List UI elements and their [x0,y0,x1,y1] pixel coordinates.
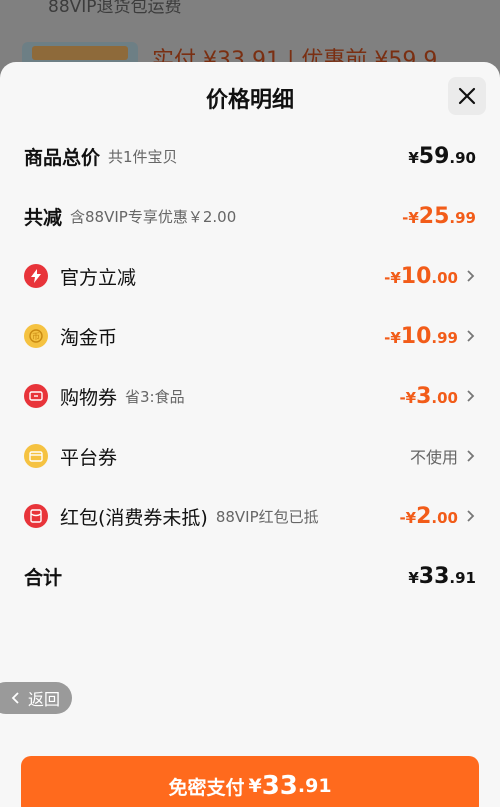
close-button[interactable] [448,77,486,115]
row-label: 官方立减 [60,266,137,289]
sheet-title: 价格明细 [205,88,294,113]
chevron-right-icon [467,390,475,402]
background-shipping-note: 88VIP退货包运费 [48,0,182,17]
row-amount: -¥ 25.99 [402,203,476,229]
row-amount: -¥ 10.00 [384,263,458,289]
svg-text:币: 币 [32,332,40,341]
row-label: 平台券 [60,446,118,469]
row-amount: ¥33.91 [408,563,476,589]
pay-button[interactable]: 免密支付 ¥33.91 [21,756,479,807]
row-sub: 共1件宝贝 [108,147,178,166]
row-grand-total: 合计 ¥33.91 [24,556,476,596]
lightning-icon [24,264,48,288]
row-label: 商品总价 [24,146,101,169]
coin-icon: 币 [24,324,48,348]
row-amount: -¥ 2.00 [399,503,458,529]
row-label: 红包(消费券未抵) [60,506,208,529]
row-shopping-voucher[interactable]: 购物券 省3:食品 -¥ 3.00 [24,376,476,416]
chevron-right-icon [467,510,475,522]
back-button[interactable]: 返回 [0,682,72,714]
chevron-right-icon [467,270,475,282]
pay-button-currency: ¥ [248,775,262,797]
row-red-packet[interactable]: 红包(消费券未抵) 88VIP红包已抵 -¥ 2.00 [24,496,476,536]
back-button-label: 返回 [28,690,61,709]
row-goods-total: 商品总价 共1件宝贝 ¥59.90 [24,136,476,176]
red-packet-icon [24,504,48,528]
chevron-right-icon [467,330,475,342]
pay-button-label: 免密支付 [168,776,245,799]
ticket-icon [24,384,48,408]
row-label: 合计 [24,566,63,589]
row-sub: 88VIP红包已抵 [215,507,319,526]
row-amount: -¥ 10.99 [384,323,458,349]
row-amount: -¥ 3.00 [399,383,458,409]
row-label: 共减 [24,206,63,229]
row-taobao-coins[interactable]: 币 淘金币 -¥ 10.99 [24,316,476,356]
chevron-right-icon [467,450,475,462]
close-icon [458,87,476,105]
row-label: 购物券 [60,386,118,409]
pay-button-amount-dec: .91 [297,775,332,797]
row-label: 淘金币 [60,326,118,349]
row-status-text: 不使用 [409,448,458,467]
price-detail-sheet: 价格明细 商品总价 共1件宝贝 ¥59.90 共减 含88VIP专享优惠￥2.0… [0,62,500,807]
chevron-left-icon [11,692,19,704]
row-sub: 省3:食品 [125,387,185,406]
row-sub: 含88VIP专享优惠￥2.00 [70,207,237,226]
row-total-discount: 共减 含88VIP专享优惠￥2.00 -¥ 25.99 [24,196,476,236]
row-amount: ¥59.90 [408,143,476,169]
row-platform-coupon[interactable]: 平台券 不使用 [24,436,476,476]
coupon-icon [24,444,48,468]
pay-button-amount-int: 33 [261,771,298,801]
row-official-discount[interactable]: 官方立减 -¥ 10.00 [24,256,476,296]
